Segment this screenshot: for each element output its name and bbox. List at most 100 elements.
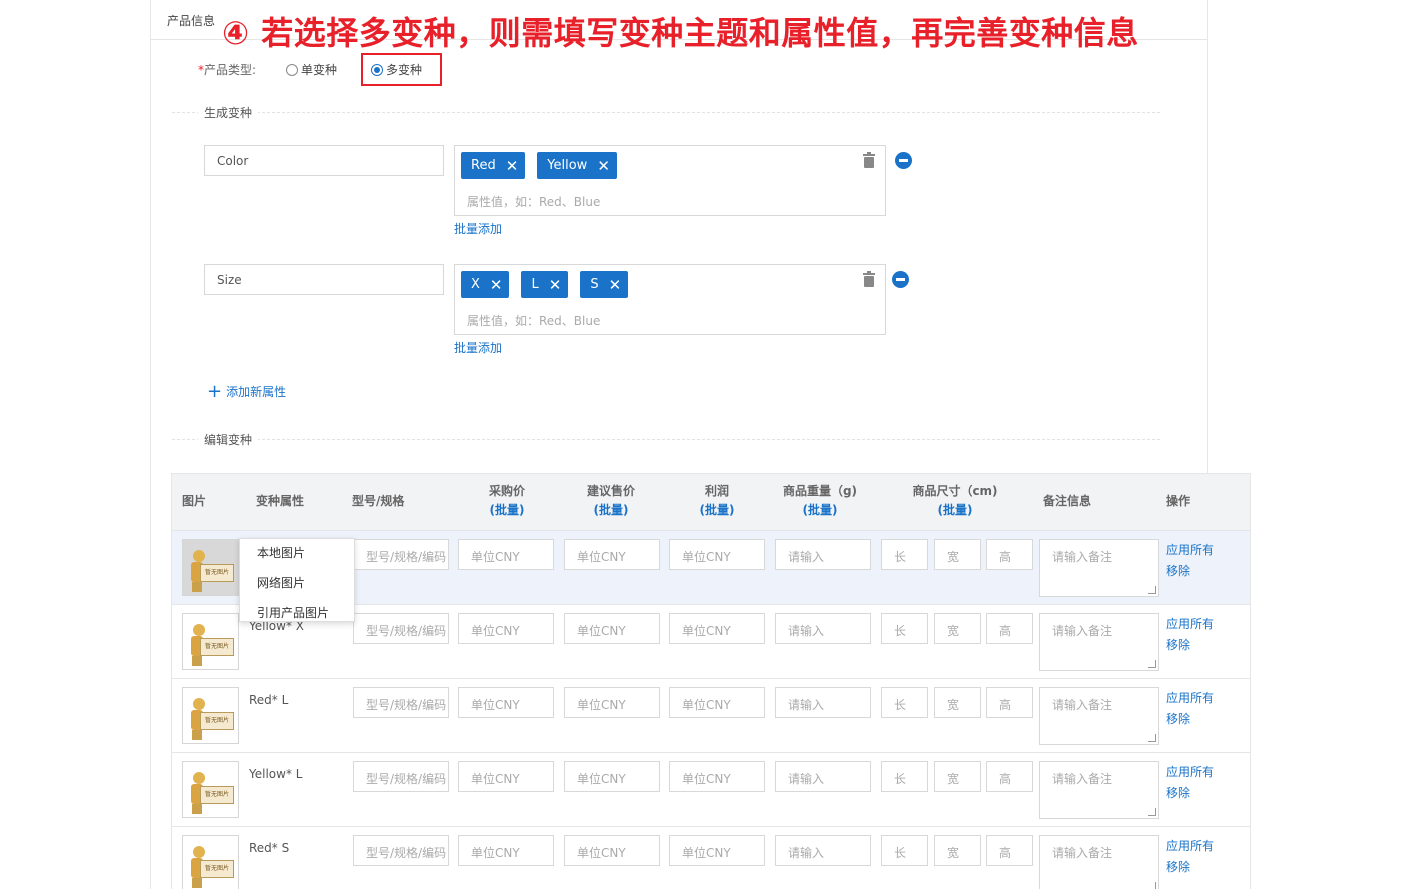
attribute-values-box[interactable]: Red ✕ Yellow ✕ 属性值，如：Red、Blue <box>454 145 886 216</box>
menu-item-local-image[interactable]: 本地图片 <box>240 539 354 569</box>
remove-link[interactable]: 移除 <box>1166 636 1190 653</box>
apply-all-link[interactable]: 应用所有 <box>1166 615 1214 632</box>
trash-icon[interactable] <box>862 271 876 287</box>
retail-price-input[interactable]: 单位CNY <box>564 761 660 792</box>
weight-input[interactable]: 请输入 <box>775 613 871 644</box>
attribute-values-placeholder[interactable]: 属性值，如：Red、Blue <box>467 193 600 210</box>
close-icon[interactable]: ✕ <box>597 157 610 175</box>
close-icon[interactable]: ✕ <box>506 157 519 175</box>
height-input[interactable]: 高 <box>986 539 1033 570</box>
attribute-values-placeholder[interactable]: 属性值，如：Red、Blue <box>467 312 600 329</box>
profit-input[interactable]: 单位CNY <box>669 613 765 644</box>
resize-grip-icon[interactable] <box>1148 882 1156 889</box>
placeholder-figure-legs <box>192 582 202 592</box>
resize-grip-icon[interactable] <box>1148 586 1156 594</box>
purchase-price-input[interactable]: 单位CNY <box>458 835 554 866</box>
note-textarea[interactable]: 请输入备注 <box>1039 687 1159 745</box>
menu-item-product-image[interactable]: 引用产品图片 <box>240 599 354 629</box>
model-input[interactable]: 型号/规格/编码 <box>353 539 449 570</box>
weight-input[interactable]: 请输入 <box>775 835 871 866</box>
width-input[interactable]: 宽 <box>934 687 981 718</box>
variant-image-thumbnail[interactable]: 暂无图片 <box>182 835 239 889</box>
variant-image-thumbnail[interactable]: 暂无图片 <box>182 761 239 818</box>
width-input[interactable]: 宽 <box>934 761 981 792</box>
retail-price-input[interactable]: 单位CNY <box>564 687 660 718</box>
note-textarea[interactable]: 请输入备注 <box>1039 835 1159 889</box>
height-input[interactable]: 高 <box>986 761 1033 792</box>
close-icon[interactable]: ✕ <box>609 276 622 294</box>
length-input[interactable]: 长 <box>881 613 928 644</box>
remove-link[interactable]: 移除 <box>1166 562 1190 579</box>
apply-all-link[interactable]: 应用所有 <box>1166 763 1214 780</box>
purchase-price-input[interactable]: 单位CNY <box>458 687 554 718</box>
profit-input[interactable]: 单位CNY <box>669 835 765 866</box>
remove-link[interactable]: 移除 <box>1166 858 1190 875</box>
variant-image-thumbnail[interactable]: 暂无图片 <box>182 613 239 670</box>
remove-link[interactable]: 移除 <box>1166 710 1190 727</box>
value-tag: S ✕ <box>580 271 629 298</box>
bulk-add-link[interactable]: 批量添加 <box>454 339 502 356</box>
note-placeholder: 请输入备注 <box>1052 698 1113 712</box>
height-input[interactable]: 高 <box>986 687 1033 718</box>
model-input[interactable]: 型号/规格/编码 <box>353 613 449 644</box>
length-input[interactable]: 长 <box>881 687 928 718</box>
purchase-price-input[interactable]: 单位CNY <box>458 761 554 792</box>
col-purchase: 采购价 (批量) <box>467 482 547 520</box>
trash-icon[interactable] <box>862 152 876 168</box>
menu-item-web-image[interactable]: 网络图片 <box>240 569 354 599</box>
remove-link[interactable]: 移除 <box>1166 784 1190 801</box>
bulk-link[interactable]: (批量) <box>770 501 870 520</box>
bulk-link[interactable]: (批量) <box>571 501 651 520</box>
add-attribute-button[interactable]: + 添加新属性 <box>207 382 286 400</box>
model-input[interactable]: 型号/规格/编码 <box>353 835 449 866</box>
attribute-name-input[interactable]: Color <box>204 145 444 176</box>
col-action: 操作 <box>1166 494 1191 508</box>
width-input[interactable]: 宽 <box>934 613 981 644</box>
retail-price-input[interactable]: 单位CNY <box>564 613 660 644</box>
apply-all-link[interactable]: 应用所有 <box>1166 837 1214 854</box>
value-tag: Yellow ✕ <box>537 152 617 179</box>
weight-input[interactable]: 请输入 <box>775 539 871 570</box>
col-size: 商品尺寸（cm) (批量) <box>900 482 1010 520</box>
bulk-link[interactable]: (批量) <box>900 501 1010 520</box>
profit-input[interactable]: 单位CNY <box>669 761 765 792</box>
retail-price-input[interactable]: 单位CNY <box>564 539 660 570</box>
apply-all-link[interactable]: 应用所有 <box>1166 689 1214 706</box>
bulk-link[interactable]: (批量) <box>677 501 757 520</box>
note-textarea[interactable]: 请输入备注 <box>1039 613 1159 671</box>
profit-input[interactable]: 单位CNY <box>669 687 765 718</box>
length-input[interactable]: 长 <box>881 835 928 866</box>
width-input[interactable]: 宽 <box>934 539 981 570</box>
remove-attribute-icon[interactable] <box>892 271 909 288</box>
variant-image-thumbnail[interactable]: 暂无图片 <box>182 687 239 744</box>
remove-attribute-icon[interactable] <box>895 152 912 169</box>
resize-grip-icon[interactable] <box>1148 808 1156 816</box>
resize-grip-icon[interactable] <box>1148 734 1156 742</box>
bulk-add-link[interactable]: 批量添加 <box>454 220 502 237</box>
note-textarea[interactable]: 请输入备注 <box>1039 761 1159 819</box>
weight-input[interactable]: 请输入 <box>775 761 871 792</box>
height-input[interactable]: 高 <box>986 835 1033 866</box>
weight-input[interactable]: 请输入 <box>775 687 871 718</box>
retail-price-input[interactable]: 单位CNY <box>564 835 660 866</box>
bulk-link[interactable]: (批量) <box>467 501 547 520</box>
col-model: 型号/规格 <box>352 494 405 508</box>
close-icon[interactable]: ✕ <box>490 276 503 294</box>
purchase-price-input[interactable]: 单位CNY <box>458 613 554 644</box>
model-input[interactable]: 型号/规格/编码 <box>353 687 449 718</box>
note-textarea[interactable]: 请输入备注 <box>1039 539 1159 597</box>
close-icon[interactable]: ✕ <box>549 276 562 294</box>
profit-input[interactable]: 单位CNY <box>669 539 765 570</box>
variant-image-thumbnail[interactable]: 暂无图片 <box>182 539 239 596</box>
apply-all-link[interactable]: 应用所有 <box>1166 541 1214 558</box>
width-input[interactable]: 宽 <box>934 835 981 866</box>
length-input[interactable]: 长 <box>881 761 928 792</box>
purchase-price-input[interactable]: 单位CNY <box>458 539 554 570</box>
attribute-values-box[interactable]: X ✕ L ✕ S ✕ 属性值，如：Red、Blue <box>454 264 886 335</box>
length-input[interactable]: 长 <box>881 539 928 570</box>
height-input[interactable]: 高 <box>986 613 1033 644</box>
attribute-name-input[interactable]: Size <box>204 264 444 295</box>
model-input[interactable]: 型号/规格/编码 <box>353 761 449 792</box>
radio-single-variant[interactable]: 单变种 <box>286 61 337 78</box>
resize-grip-icon[interactable] <box>1148 660 1156 668</box>
